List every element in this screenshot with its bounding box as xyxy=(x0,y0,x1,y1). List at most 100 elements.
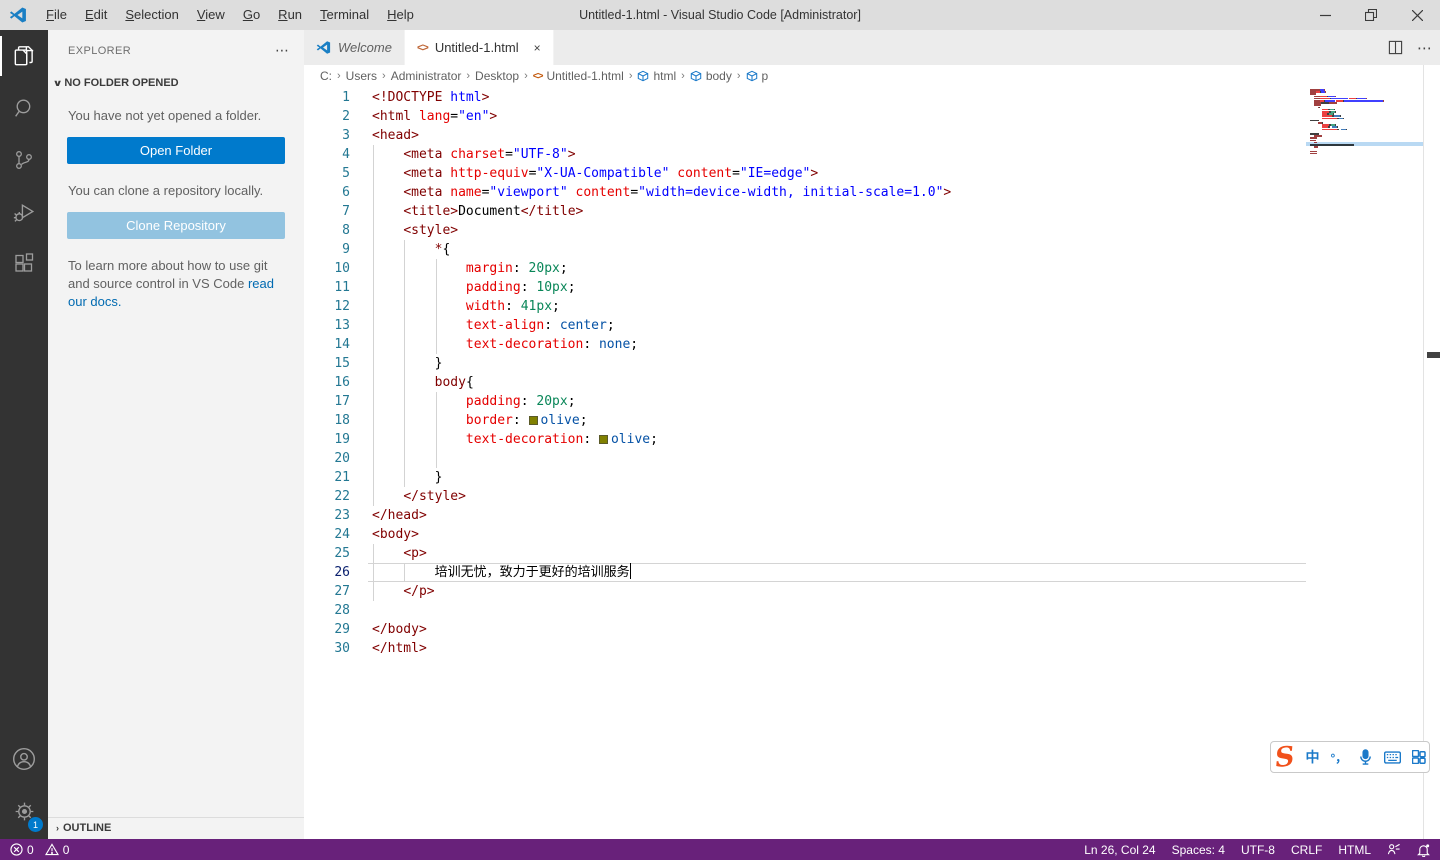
line-number[interactable]: 22 xyxy=(304,487,368,506)
extensions-icon[interactable] xyxy=(0,238,48,290)
menu-view[interactable]: View xyxy=(188,0,234,30)
line-number[interactable]: 11 xyxy=(304,278,368,297)
line-number[interactable]: 4 xyxy=(304,145,368,164)
no-folder-section-header[interactable]: ∨ NO FOLDER OPENED xyxy=(54,77,304,89)
run-and-debug-icon[interactable] xyxy=(0,186,48,238)
line-number[interactable]: 17 xyxy=(304,392,368,411)
code-line[interactable]: <!DOCTYPE html> xyxy=(368,88,1306,107)
search-icon[interactable] xyxy=(0,82,48,134)
menu-run[interactable]: Run xyxy=(269,0,311,30)
line-number[interactable]: 3 xyxy=(304,126,368,145)
code-line[interactable] xyxy=(368,601,1306,620)
menu-help[interactable]: Help xyxy=(378,0,423,30)
cursor-position[interactable]: Ln 26, Col 24 xyxy=(1084,843,1155,857)
code-line[interactable]: <html lang="en"> xyxy=(368,107,1306,126)
accounts-icon[interactable] xyxy=(0,733,48,785)
breadcrumb-administrator[interactable]: Administrator xyxy=(391,69,462,83)
color-swatch-olive[interactable] xyxy=(599,435,608,444)
breadcrumb-p[interactable]: p xyxy=(746,69,769,83)
more-actions-icon[interactable]: ⋯ xyxy=(1417,39,1432,57)
menu-selection[interactable]: Selection xyxy=(116,0,187,30)
line-number[interactable]: 27 xyxy=(304,582,368,601)
tab-untitled-1[interactable]: <> Untitled-1.html × xyxy=(405,30,554,65)
code-line[interactable]: <body> xyxy=(368,525,1306,544)
line-number[interactable]: 1 xyxy=(304,88,368,107)
line-number[interactable]: 29 xyxy=(304,620,368,639)
line-number[interactable]: 5 xyxy=(304,164,368,183)
open-folder-button[interactable]: Open Folder xyxy=(67,137,285,164)
code-line[interactable]: margin: 20px; xyxy=(368,259,1306,278)
code-line[interactable]: text-decoration: olive; xyxy=(368,430,1306,449)
sidebar-more-actions-icon[interactable]: ⋯ xyxy=(275,42,290,59)
line-number[interactable]: 30 xyxy=(304,639,368,658)
code-line[interactable]: <meta charset="UTF-8"> xyxy=(368,145,1306,164)
line-number[interactable]: 19 xyxy=(304,430,368,449)
line-number[interactable]: 26 xyxy=(304,563,368,582)
ime-keyboard-icon[interactable] xyxy=(1384,751,1401,764)
breadcrumb-desktop[interactable]: Desktop xyxy=(475,69,519,83)
language-mode[interactable]: HTML xyxy=(1338,843,1371,857)
line-number[interactable]: 15 xyxy=(304,354,368,373)
code-line[interactable]: </p> xyxy=(368,582,1306,601)
code-line[interactable]: border: olive; xyxy=(368,411,1306,430)
close-button[interactable] xyxy=(1394,0,1440,30)
menu-go[interactable]: Go xyxy=(234,0,269,30)
line-number[interactable]: 24 xyxy=(304,525,368,544)
explorer-icon[interactable] xyxy=(0,30,48,82)
line-number[interactable]: 18 xyxy=(304,411,368,430)
ime-punctuation-mode[interactable]: °， xyxy=(1331,749,1348,766)
close-tab-icon[interactable]: × xyxy=(534,41,541,55)
line-number[interactable]: 7 xyxy=(304,202,368,221)
restore-button[interactable] xyxy=(1348,0,1394,30)
line-number[interactable]: 13 xyxy=(304,316,368,335)
line-number[interactable]: 9 xyxy=(304,240,368,259)
line-number[interactable]: 20 xyxy=(304,449,368,468)
line-number[interactable]: 8 xyxy=(304,221,368,240)
code-line[interactable]: width: 41px; xyxy=(368,297,1306,316)
breadcrumb-html[interactable]: html xyxy=(637,69,676,83)
code-line[interactable]: } xyxy=(368,354,1306,373)
split-editor-icon[interactable] xyxy=(1388,40,1403,55)
feedback-icon[interactable] xyxy=(1387,843,1401,856)
line-number[interactable]: 14 xyxy=(304,335,368,354)
line-number[interactable]: 28 xyxy=(304,601,368,620)
code-editor[interactable]: 1234567891011121314151617181920212223242… xyxy=(304,88,1440,839)
errors-indicator[interactable]: 0 xyxy=(10,843,34,857)
line-number[interactable]: 10 xyxy=(304,259,368,278)
menu-terminal[interactable]: Terminal xyxy=(311,0,378,30)
minimize-button[interactable] xyxy=(1302,0,1348,30)
line-number[interactable]: 25 xyxy=(304,544,368,563)
code-line[interactable]: 培训无忧，致力于更好的培训服务 xyxy=(368,563,1306,582)
line-number[interactable]: 21 xyxy=(304,468,368,487)
breadcrumb-untitled-1-html[interactable]: <>Untitled-1.html xyxy=(533,69,624,83)
eol-setting[interactable]: CRLF xyxy=(1291,843,1322,857)
breadcrumb-c-[interactable]: C: xyxy=(320,69,332,83)
code-line[interactable]: <head> xyxy=(368,126,1306,145)
tab-welcome[interactable]: Welcome xyxy=(304,30,405,65)
code-line[interactable]: <meta http-equiv="X-UA-Compatible" conte… xyxy=(368,164,1306,183)
code-line[interactable]: } xyxy=(368,468,1306,487)
code-line[interactable]: <meta name="viewport" content="width=dev… xyxy=(368,183,1306,202)
clone-repository-button[interactable]: Clone Repository xyxy=(67,212,285,239)
notifications-bell-icon[interactable] xyxy=(1417,843,1430,857)
minimap[interactable] xyxy=(1306,88,1423,839)
code-line[interactable]: </html> xyxy=(368,639,1306,658)
code-line[interactable]: <p> xyxy=(368,544,1306,563)
code-line[interactable]: text-align: center; xyxy=(368,316,1306,335)
breadcrumb-body[interactable]: body xyxy=(690,69,732,83)
code-line[interactable]: </head> xyxy=(368,506,1306,525)
ime-chinese-mode[interactable]: 中 xyxy=(1306,747,1320,767)
sogou-logo-icon[interactable]: S xyxy=(1274,743,1296,772)
code-line[interactable] xyxy=(368,449,1306,468)
menu-file[interactable]: File xyxy=(37,0,76,30)
breadcrumb-users[interactable]: Users xyxy=(346,69,377,83)
code-line[interactable]: text-decoration: none; xyxy=(368,335,1306,354)
code-line[interactable]: *{ xyxy=(368,240,1306,259)
source-control-icon[interactable] xyxy=(0,134,48,186)
code-line[interactable]: </body> xyxy=(368,620,1306,639)
line-number[interactable]: 12 xyxy=(304,297,368,316)
indentation-setting[interactable]: Spaces: 4 xyxy=(1172,843,1225,857)
ime-toolbox-icon[interactable] xyxy=(1412,750,1426,764)
code-line[interactable]: <title>Document</title> xyxy=(368,202,1306,221)
line-number[interactable]: 6 xyxy=(304,183,368,202)
